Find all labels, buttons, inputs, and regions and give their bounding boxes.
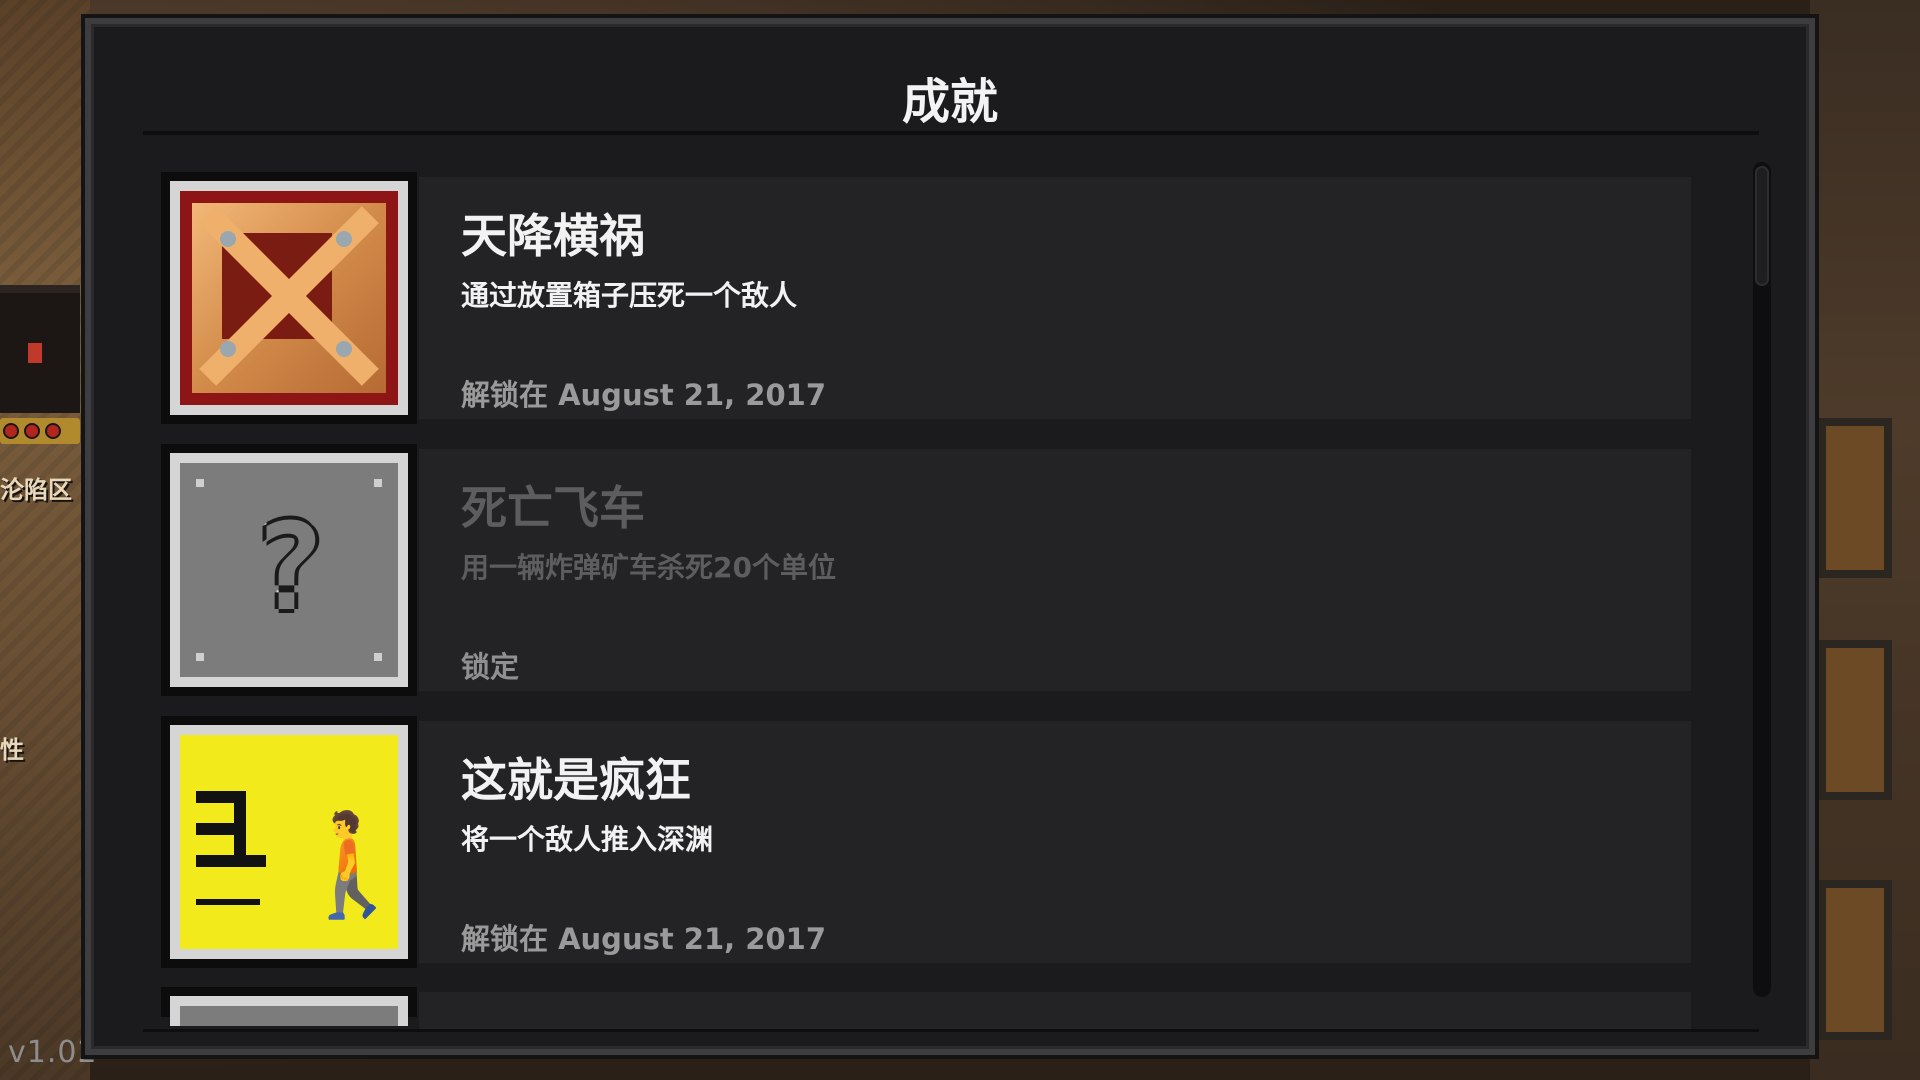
achievement-row[interactable]: 🚶 这就是疯狂 将一个敌人推入深渊 解锁在 August 21, 2017 xyxy=(161,716,1691,968)
achievement-title: 这就是疯狂 xyxy=(461,753,691,807)
achievements-dialog: 成就 天降横祸 通过放置箱子压死一个敌人 解锁在 August 21, 2017… xyxy=(85,18,1815,1055)
background-label: 性 xyxy=(0,736,24,764)
achievement-row[interactable]: 天降横祸 通过放置箱子压死一个敌人 解锁在 August 21, 2017 xyxy=(161,172,1691,424)
background-beads xyxy=(0,418,80,444)
background-slot xyxy=(1818,418,1892,578)
achievement-title: 天降横祸 xyxy=(461,209,645,263)
background-zone-label: 沦陷区 xyxy=(0,476,72,504)
title-divider xyxy=(143,131,1759,135)
achievement-status: 解锁在 August 21, 2017 xyxy=(461,922,826,956)
achievement-row-partial[interactable] xyxy=(161,987,1691,1030)
background-tower xyxy=(0,285,80,413)
achievement-status: 锁定 xyxy=(461,650,520,684)
falling-figure-icon: 🚶 xyxy=(170,725,415,959)
achievement-description: 用一辆炸弹矿车杀死20个单位 xyxy=(461,551,836,584)
achievement-row[interactable]: ? 死亡飞车 用一辆炸弹矿车杀死20个单位 锁定 xyxy=(161,444,1691,696)
dialog-title: 成就 xyxy=(901,74,998,130)
achievement-description: 将一个敌人推入深渊 xyxy=(461,823,714,856)
background-slot xyxy=(1818,640,1892,800)
background-map-left xyxy=(0,0,90,1080)
achievement-icon-frame: 🚶 xyxy=(161,716,417,968)
achievement-icon-frame xyxy=(161,987,417,1026)
achievement-card xyxy=(419,992,1691,1030)
scrollbar-thumb[interactable] xyxy=(1755,166,1769,286)
achievement-description: 通过放置箱子压死一个敌人 xyxy=(461,279,798,312)
scrollbar-track[interactable] xyxy=(1753,162,1771,997)
achievement-list[interactable]: 天降横祸 通过放置箱子压死一个敌人 解锁在 August 21, 2017 ? … xyxy=(161,172,1701,1030)
achievement-status: 解锁在 August 21, 2017 xyxy=(461,378,826,412)
achievement-title: 死亡飞车 xyxy=(461,481,645,535)
bottom-divider xyxy=(143,1029,1759,1032)
crate-icon xyxy=(170,181,408,415)
background-slot xyxy=(1818,880,1892,1040)
game-screen: 沦陷区 性 v1.02 成就 天降横祸 通过放置箱子压死一个敌人 解锁在 Aug… xyxy=(0,0,1920,1080)
achievement-icon-frame: ? xyxy=(161,444,417,696)
achievement-icon-frame xyxy=(161,172,417,424)
question-mark-icon: ? xyxy=(170,453,408,687)
